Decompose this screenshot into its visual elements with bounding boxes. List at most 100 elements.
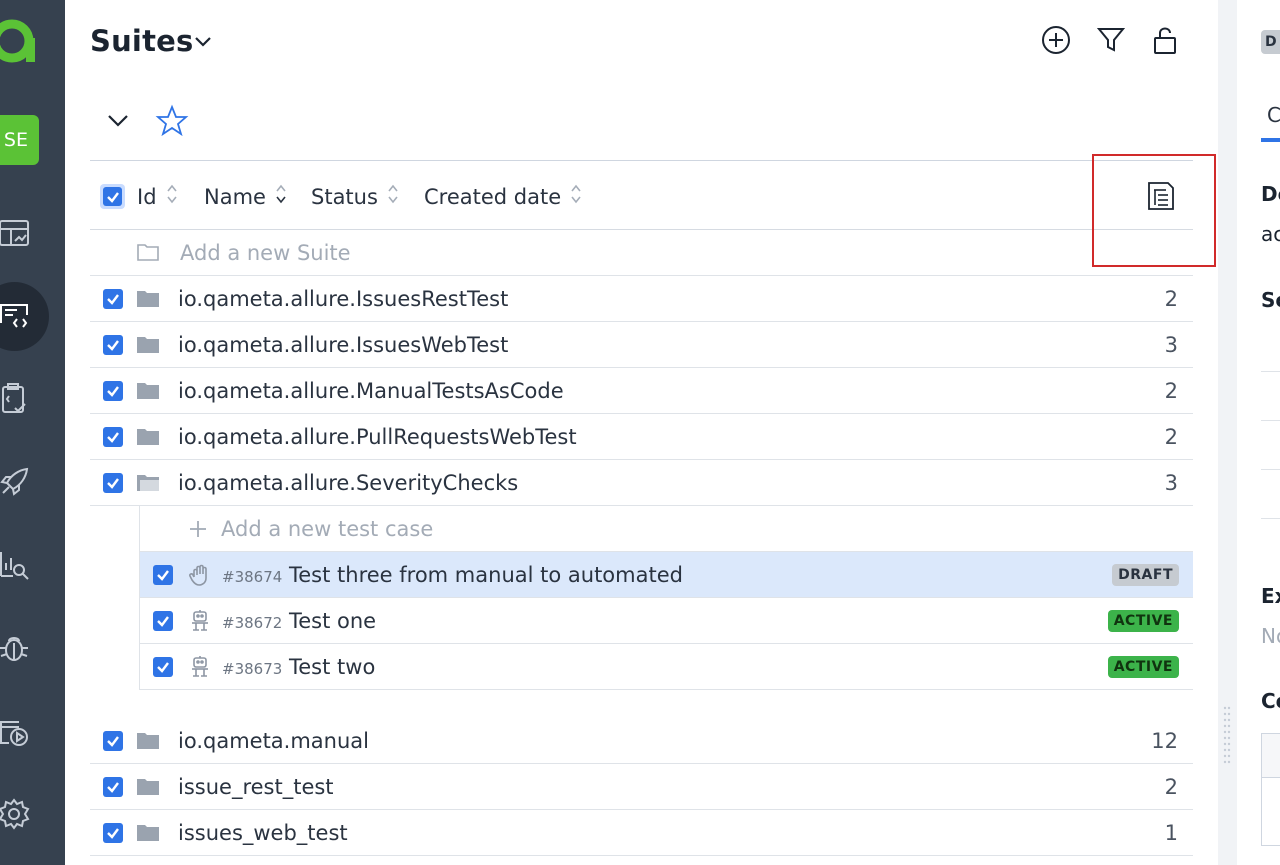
suite-checkbox[interactable]: [103, 823, 123, 843]
folder-icon: [137, 779, 159, 795]
test-plans-icon[interactable]: [0, 378, 34, 418]
highlight-annotation: [1092, 154, 1216, 267]
folder-icon: [137, 291, 159, 307]
add-test-case-label: Add a new test case: [221, 517, 434, 541]
title-dropdown-icon[interactable]: [192, 30, 214, 52]
detail-section-heading: Ex: [1261, 584, 1280, 608]
folder-icon: [137, 383, 159, 399]
suite-count: 3: [1164, 471, 1178, 495]
divider: [1261, 371, 1280, 372]
test-case-row[interactable]: #38674 Test three from manual to automat…: [139, 552, 1193, 598]
collapse-all-icon[interactable]: [105, 107, 131, 133]
suite-row[interactable]: io.qameta.allure.IssuesRestTest 2: [90, 276, 1193, 322]
suite-checkbox[interactable]: [103, 381, 123, 401]
suite-name: issues_web_test: [178, 821, 348, 845]
folder-icon: [137, 337, 159, 353]
select-all-checkbox[interactable]: [100, 184, 125, 209]
suite-count: 2: [1164, 287, 1178, 311]
status-badge: ACTIVE: [1107, 610, 1179, 632]
folder-icon: [137, 429, 159, 445]
test-case-checkbox[interactable]: [153, 611, 173, 631]
add-suite-row[interactable]: Add a new Suite: [90, 230, 1193, 276]
suite-count: 12: [1151, 729, 1178, 753]
detail-section-heading: Co: [1261, 689, 1280, 713]
analytics-icon[interactable]: [0, 545, 34, 585]
page-title: Suites: [90, 24, 194, 58]
test-case-name: Test one: [289, 609, 377, 633]
add-test-case-row[interactable]: Add a new test case: [139, 506, 1193, 552]
plus-icon: [190, 521, 206, 537]
suite-row[interactable]: io.qameta.allure.ManualTestsAsCode 2: [90, 368, 1193, 414]
suite-count: 2: [1164, 775, 1178, 799]
suite-row[interactable]: io.qameta.allure.PullRequestsWebTest 2: [90, 414, 1193, 460]
unlock-icon[interactable]: [1148, 23, 1182, 57]
suite-checkbox[interactable]: [103, 427, 123, 447]
suite-count: 2: [1164, 425, 1178, 449]
automated-icon: [188, 655, 212, 683]
suite-name: io.qameta.manual: [178, 729, 369, 753]
detail-table: [1261, 733, 1280, 846]
test-case-checkbox[interactable]: [153, 657, 173, 677]
sidebar: SE: [0, 0, 65, 865]
column-created-date-label: Created date: [424, 184, 562, 209]
test-case-row[interactable]: #38672 Test one ACTIVE: [139, 598, 1193, 644]
test-case-row[interactable]: #38673 Test two ACTIVE: [139, 644, 1193, 690]
settings-icon[interactable]: [0, 794, 34, 834]
folder-open-icon: [137, 475, 159, 491]
resize-grip-icon[interactable]: [1223, 705, 1231, 767]
column-id-label: Id: [137, 184, 157, 209]
suite-row[interactable]: io.qameta.allure.IssuesWebTest 3: [90, 322, 1193, 368]
sort-icon: [166, 183, 178, 210]
defects-icon[interactable]: [0, 628, 34, 668]
active-tab-indicator: [1261, 138, 1280, 142]
checkbox-checked-icon: [103, 187, 122, 206]
detail-table-header: [1262, 734, 1280, 778]
jobs-icon[interactable]: [0, 712, 34, 752]
suite-checkbox[interactable]: [103, 731, 123, 751]
launches-icon[interactable]: [0, 462, 34, 502]
folder-outline-icon: [137, 244, 159, 261]
project-badge[interactable]: SE: [0, 115, 39, 165]
suite-name: io.qameta.allure.PullRequestsWebTest: [178, 425, 577, 449]
test-cases-icon[interactable]: [0, 296, 34, 336]
column-created-date[interactable]: Created date: [424, 183, 582, 210]
test-case-id: #38672: [222, 614, 283, 632]
add-icon[interactable]: [1039, 23, 1073, 57]
suite-name: io.qameta.allure.ManualTestsAsCode: [178, 379, 564, 403]
test-case-name: Test three from manual to automated: [289, 563, 683, 587]
suite-count: 3: [1164, 333, 1178, 357]
column-name-label: Name: [204, 184, 266, 209]
divider: [1261, 469, 1280, 470]
automated-icon: [188, 609, 212, 637]
suite-row[interactable]: issue_rest_test 2: [90, 764, 1193, 810]
sort-active-icon: [275, 183, 287, 210]
suite-checkbox[interactable]: [103, 335, 123, 355]
column-id[interactable]: Id: [137, 183, 178, 210]
suite-row[interactable]: io.qameta.manual 12: [90, 718, 1193, 764]
status-badge: DRAFT: [1112, 564, 1179, 586]
suite-name: io.qameta.allure.IssuesRestTest: [178, 287, 509, 311]
suite-row-expanded[interactable]: io.qameta.allure.SeverityChecks 3: [90, 460, 1193, 506]
favorite-star-icon[interactable]: [155, 104, 189, 138]
add-suite-label: Add a new Suite: [180, 241, 351, 265]
detail-section-heading: Sc: [1261, 288, 1280, 312]
suite-checkbox[interactable]: [103, 289, 123, 309]
filter-icon[interactable]: [1094, 23, 1128, 57]
detail-panel: D C De ac Sc Ex No Co: [1237, 0, 1280, 865]
test-case-id: #38674: [222, 568, 283, 586]
column-status[interactable]: Status: [311, 183, 399, 210]
column-name[interactable]: Name: [204, 183, 287, 210]
suite-checkbox[interactable]: [103, 473, 123, 493]
dashboard-icon[interactable]: [0, 213, 34, 253]
logo-icon[interactable]: [0, 14, 40, 66]
suite-name: io.qameta.allure.SeverityChecks: [178, 471, 519, 495]
detail-section-value: No: [1261, 624, 1280, 648]
suite-row[interactable]: issues_web_test 1: [90, 810, 1193, 856]
suite-checkbox[interactable]: [103, 777, 123, 797]
detail-section-value: ac: [1261, 222, 1280, 246]
detail-tab[interactable]: C: [1267, 103, 1280, 127]
test-case-name: Test two: [289, 655, 376, 679]
sort-icon: [387, 183, 399, 210]
divider: [1261, 518, 1280, 519]
test-case-checkbox[interactable]: [153, 565, 173, 585]
